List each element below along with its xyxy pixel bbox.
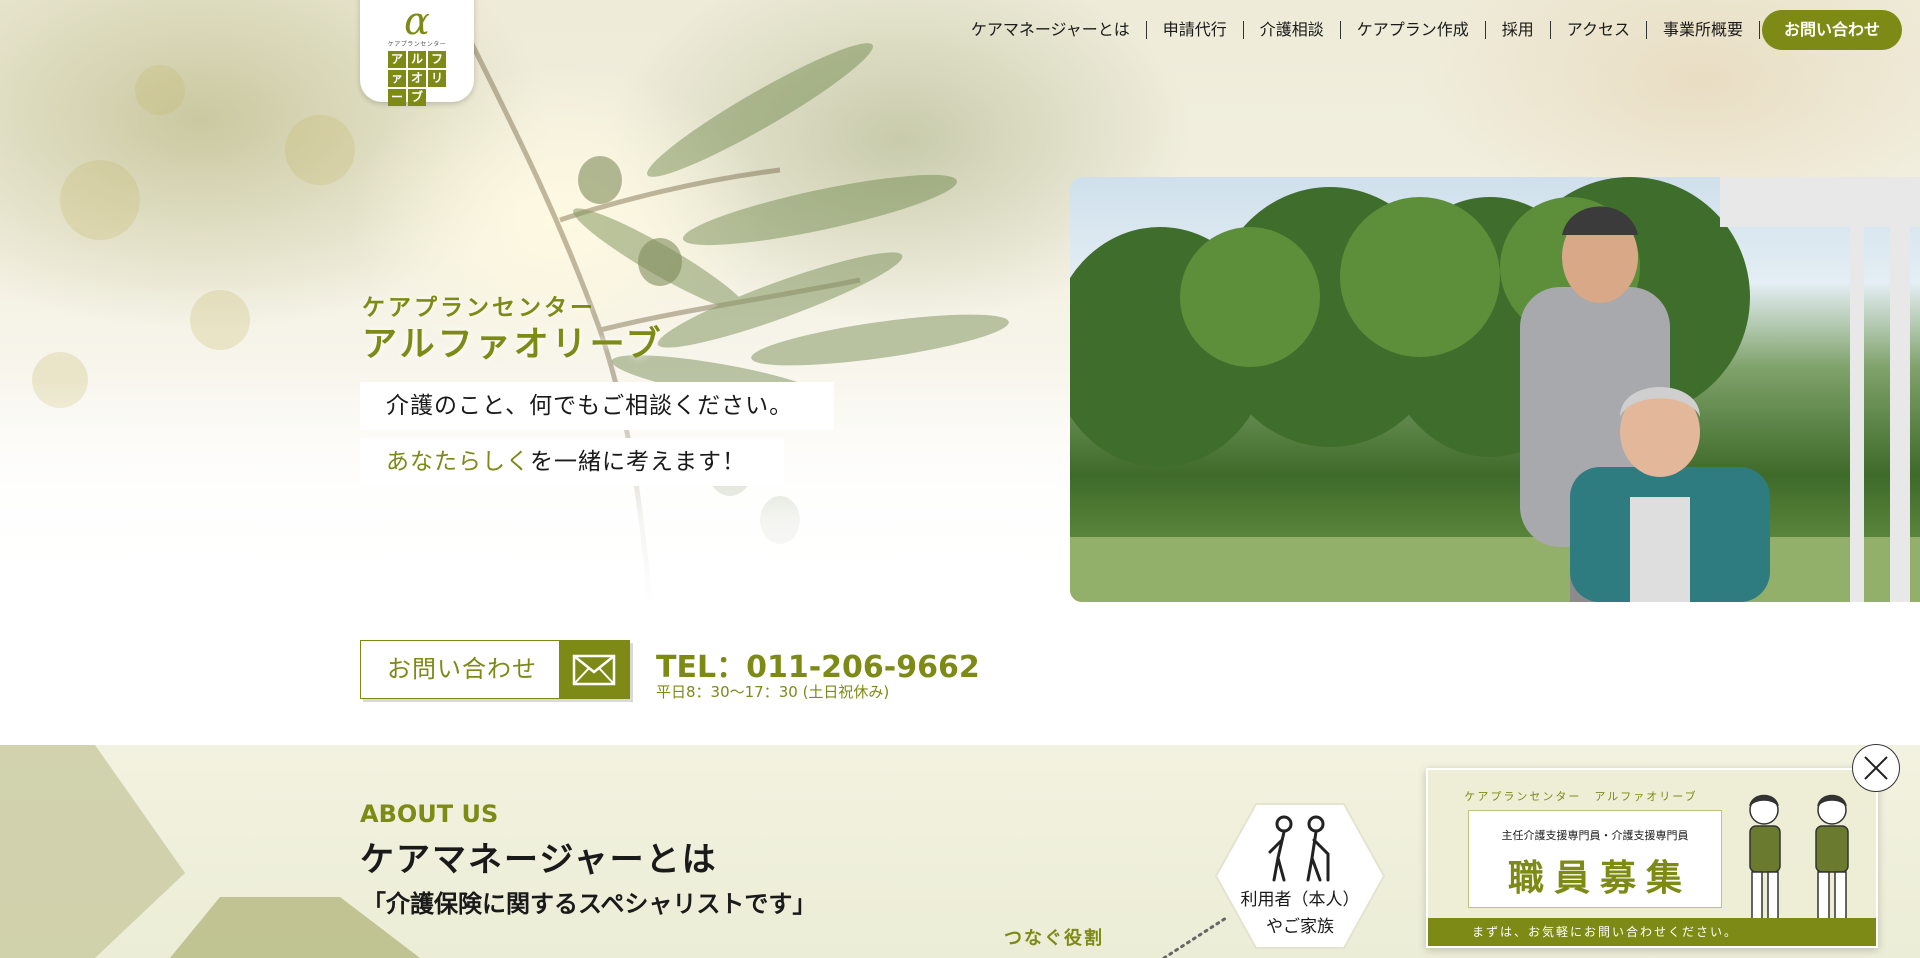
contact-button[interactable]: お問い合わせ xyxy=(360,640,630,699)
banner-header: ケアプランセンター アルファオリーブ xyxy=(1464,790,1698,803)
banner-close-button[interactable] xyxy=(1852,744,1900,792)
banner-card: 主任介護支援専門員・介護支援専門員 職員募集 xyxy=(1468,810,1722,908)
nav-item-care-plan[interactable]: ケアプラン作成 xyxy=(1341,21,1486,39)
user-line-2: やご家族 xyxy=(1266,917,1334,937)
tagline-rest: を一緒に考えます！ xyxy=(530,449,746,475)
about-en-label: ABOUT US xyxy=(360,800,499,828)
banner-role: 主任介護支援専門員・介護支援専門員 xyxy=(1501,829,1689,842)
logo-cell: ル xyxy=(408,51,426,68)
staff-illustration xyxy=(1749,794,1849,929)
hero-photo-illustration xyxy=(1070,177,1920,602)
phone-number[interactable]: TEL：011-206-9662 xyxy=(656,642,980,686)
nav-item-access[interactable]: アクセス xyxy=(1551,21,1647,39)
close-icon xyxy=(1864,756,1888,780)
mail-icon xyxy=(559,641,629,698)
business-hours: 平日8：30〜17：30 (土日祝休み) xyxy=(656,683,890,701)
site-logo[interactable]: α ケアプランセンター ア ル フ ァ オ リ ー ブ xyxy=(360,0,474,106)
banner-footer: まずは、お気軽にお問い合わせください。 xyxy=(1428,918,1876,946)
nav-contact-button[interactable]: お問い合わせ xyxy=(1761,10,1902,50)
logo-cell: ア xyxy=(388,51,406,68)
role-label: つなぐ役割 xyxy=(1004,928,1104,949)
hero-photo xyxy=(1070,177,1920,602)
logo-cell: フ xyxy=(428,51,446,68)
logo-cell: ァ xyxy=(388,70,406,87)
about-subtitle: 「介護保険に関するスペシャリストです」 xyxy=(362,890,817,918)
logo-alpha-mark: α xyxy=(404,0,430,43)
nav-item-company[interactable]: 事業所概要 xyxy=(1647,21,1760,39)
nav-item-care-manager[interactable]: ケアマネージャーとは xyxy=(955,21,1147,39)
logo-cell: リ xyxy=(428,70,446,87)
global-nav: ケアマネージャーとは 申請代行 介護相談 ケアプラン作成 採用 アクセス 事業所… xyxy=(955,10,1902,50)
hero-title: アルファオリーブ xyxy=(362,325,664,365)
hexagon-decoration xyxy=(0,745,420,958)
nav-item-consultation[interactable]: 介護相談 xyxy=(1244,21,1341,39)
hero-tagline-2: あなたらしくを一緒に考えます！ xyxy=(360,438,784,486)
user-family-label: 利用者（本人） やご家族 xyxy=(1212,887,1388,941)
logo-subtitle: ケアプランセンター xyxy=(387,41,447,48)
nav-item-recruit[interactable]: 採用 xyxy=(1486,21,1551,39)
logo-cell: ー xyxy=(388,89,406,106)
logo-name-grid: ア ル フ ァ オ リ ー ブ xyxy=(388,51,446,106)
nav-item-application[interactable]: 申請代行 xyxy=(1147,21,1244,39)
tagline-accent: あなたらしく xyxy=(386,449,530,475)
contact-button-label: お問い合わせ xyxy=(387,655,537,683)
logo-cell: ブ xyxy=(408,89,426,106)
recruit-banner[interactable]: ケアプランセンター アルファオリーブ 主任介護支援専門員・介護支援専門員 職員募… xyxy=(1426,768,1878,948)
logo-cell: オ xyxy=(408,70,426,87)
user-line-1: 利用者（本人） xyxy=(1240,890,1360,910)
about-title: ケアマネージャーとは xyxy=(360,840,718,880)
hero-tagline-1: 介護のこと、何でもご相談ください。 xyxy=(360,382,834,430)
banner-title: 職員募集 xyxy=(1507,858,1692,899)
